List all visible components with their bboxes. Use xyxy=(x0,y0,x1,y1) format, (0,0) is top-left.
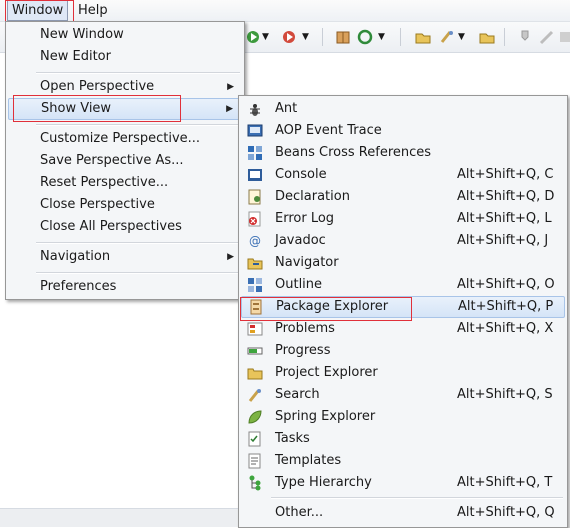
package-explorer-icon xyxy=(248,299,264,315)
view-item-declaration[interactable]: Declaration Alt+Shift+Q, D xyxy=(241,186,565,208)
window-menu: New Window New Editor Open Perspective ▶ … xyxy=(5,21,245,300)
open-folder-icon[interactable] xyxy=(478,28,496,46)
progress-icon xyxy=(247,343,263,359)
submenu-arrow-icon: ▶ xyxy=(227,82,234,92)
menu-separator xyxy=(36,272,240,274)
menu-item-close-perspective[interactable]: Close Perspective xyxy=(8,194,242,216)
run-icon[interactable] xyxy=(244,28,262,46)
toolbar-overflow-icon[interactable] xyxy=(558,28,570,46)
beans-cross-references-icon xyxy=(247,145,263,161)
debug-dropdown-icon[interactable]: ▼ xyxy=(302,32,309,50)
menu-item-customize-perspective[interactable]: Customize Perspective... xyxy=(8,128,242,150)
view-item-tasks[interactable]: Tasks xyxy=(241,428,565,450)
menu-separator xyxy=(271,497,563,499)
refresh-dropdown-icon[interactable]: ▼ xyxy=(378,32,385,50)
menu-item-new-editor[interactable]: New Editor xyxy=(8,46,242,68)
menu-item-reset-perspective[interactable]: Reset Perspective... xyxy=(8,172,242,194)
tasks-icon xyxy=(247,431,263,447)
search-toolbar-icon[interactable] xyxy=(438,28,456,46)
window-menu-button[interactable]: Window xyxy=(7,0,69,21)
menu-item-show-view[interactable]: Show View ▶ xyxy=(8,98,242,120)
svg-text:@: @ xyxy=(249,234,261,248)
ant-icon xyxy=(247,101,263,117)
menu-separator xyxy=(36,72,240,74)
menu-bar: Window Help xyxy=(0,0,570,22)
type-hierarchy-icon xyxy=(247,475,263,491)
view-item-ant[interactable]: Ant xyxy=(241,98,565,120)
view-item-package-explorer[interactable]: Package Explorer Alt+Shift+Q, P xyxy=(241,296,565,318)
problems-icon xyxy=(247,321,263,337)
declaration-icon xyxy=(247,189,263,205)
view-item-spring-explorer[interactable]: Spring Explorer xyxy=(241,406,565,428)
view-item-search[interactable]: Search Alt+Shift+Q, S xyxy=(241,384,565,406)
menu-item-save-perspective-as[interactable]: Save Perspective As... xyxy=(8,150,242,172)
menu-item-navigation[interactable]: Navigation ▶ xyxy=(8,246,242,268)
view-item-type-hierarchy[interactable]: Type Hierarchy Alt+Shift+Q, T xyxy=(241,472,565,494)
view-item-javadoc[interactable]: @ Javadoc Alt+Shift+Q, J xyxy=(241,230,565,252)
aop-event-trace-icon xyxy=(247,123,263,139)
new-package-icon[interactable] xyxy=(334,28,352,46)
view-item-console[interactable]: Console Alt+Shift+Q, C xyxy=(241,164,565,186)
console-icon xyxy=(247,167,263,183)
view-item-problems[interactable]: Problems Alt+Shift+Q, X xyxy=(241,318,565,340)
refresh-icon[interactable] xyxy=(356,28,374,46)
view-item-progress[interactable]: Progress xyxy=(241,340,565,362)
show-view-menu: Ant AOP Event Trace Beans Cross Referenc… xyxy=(238,95,568,528)
view-item-aop-event-trace[interactable]: AOP Event Trace xyxy=(241,120,565,142)
view-item-project-explorer[interactable]: Project Explorer xyxy=(241,362,565,384)
view-item-other[interactable]: Other... Alt+Shift+Q, Q xyxy=(241,502,565,524)
help-menu-button[interactable]: Help xyxy=(74,0,112,21)
bottom-status-strip xyxy=(0,508,250,527)
menu-separator xyxy=(36,242,240,244)
menu-item-close-all-perspectives[interactable]: Close All Perspectives xyxy=(8,216,242,238)
toolbar-separator xyxy=(322,28,323,46)
spring-explorer-icon xyxy=(247,409,263,425)
menu-item-open-perspective[interactable]: Open Perspective ▶ xyxy=(8,76,242,98)
project-explorer-icon xyxy=(247,365,263,381)
debug-icon[interactable] xyxy=(280,28,298,46)
toolbar-separator xyxy=(504,28,505,46)
outline-icon xyxy=(247,277,263,293)
toolbar-separator xyxy=(400,28,401,46)
search-dropdown-icon[interactable]: ▼ xyxy=(458,32,465,50)
error-log-icon xyxy=(247,211,263,227)
annotation-icon[interactable] xyxy=(538,28,556,46)
javadoc-icon: @ xyxy=(247,233,263,249)
menu-item-new-window[interactable]: New Window xyxy=(8,24,242,46)
run-dropdown-icon[interactable]: ▼ xyxy=(262,32,269,50)
view-item-outline[interactable]: Outline Alt+Shift+Q, O xyxy=(241,274,565,296)
view-item-templates[interactable]: Templates xyxy=(241,450,565,472)
view-item-beans-cross-references[interactable]: Beans Cross References xyxy=(241,142,565,164)
submenu-arrow-icon: ▶ xyxy=(227,252,234,262)
menu-item-preferences[interactable]: Preferences xyxy=(8,276,242,298)
view-item-error-log[interactable]: Error Log Alt+Shift+Q, L xyxy=(241,208,565,230)
search-icon xyxy=(247,387,263,403)
view-item-navigator[interactable]: Navigator xyxy=(241,252,565,274)
templates-icon xyxy=(247,453,263,469)
pin-icon[interactable] xyxy=(516,28,534,46)
navigator-icon xyxy=(247,255,263,271)
submenu-arrow-icon: ▶ xyxy=(226,104,233,114)
open-type-icon[interactable] xyxy=(414,28,432,46)
menu-separator xyxy=(36,124,240,126)
